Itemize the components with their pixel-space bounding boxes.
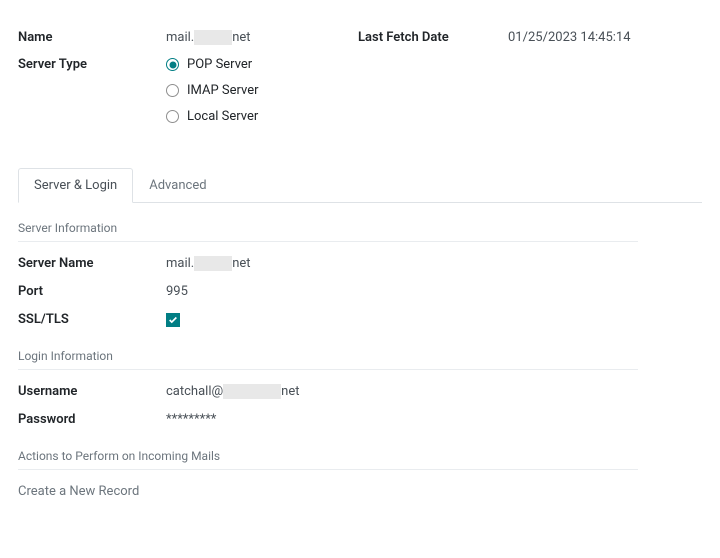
divider <box>18 469 638 470</box>
section-title-server-info: Server Information <box>18 221 702 238</box>
last-fetch-label: Last Fetch Date <box>358 30 508 45</box>
name-value-suffix: net <box>232 30 250 45</box>
username-value[interactable]: catchall@ net <box>166 384 300 399</box>
name-label: Name <box>18 30 166 45</box>
check-icon <box>168 315 178 325</box>
ssl-tls-label: SSL/TLS <box>18 312 166 327</box>
username-suffix: net <box>281 384 299 399</box>
radio-pop-server[interactable]: POP Server <box>166 57 259 72</box>
username-prefix: catchall@ <box>166 384 223 399</box>
username-label: Username <box>18 384 166 399</box>
divider <box>18 369 638 370</box>
radio-pop-label: POP Server <box>187 57 252 72</box>
port-label: Port <box>18 284 166 299</box>
last-fetch-value: 01/25/2023 14:45:14 <box>508 30 631 45</box>
section-login-information: Login Information Username catchall@ net… <box>18 349 702 427</box>
radio-local-label: Local Server <box>187 109 258 124</box>
radio-local-server[interactable]: Local Server <box>166 109 259 124</box>
password-label: Password <box>18 412 166 427</box>
radio-icon <box>166 84 179 97</box>
section-actions: Actions to Perform on Incoming Mails Cre… <box>18 449 702 499</box>
radio-imap-label: IMAP Server <box>187 83 259 98</box>
masked-domain <box>194 30 232 45</box>
tab-server-login[interactable]: Server & Login <box>18 168 133 203</box>
section-title-login-info: Login Information <box>18 349 702 366</box>
masked-domain <box>223 384 281 399</box>
masked-domain <box>194 256 232 271</box>
port-value[interactable]: 995 <box>166 284 188 299</box>
tab-advanced[interactable]: Advanced <box>133 168 222 202</box>
server-type-label: Server Type <box>18 57 166 72</box>
server-name-value[interactable]: mail. net <box>166 256 251 271</box>
ssl-tls-checkbox[interactable] <box>166 313 180 327</box>
divider <box>18 241 638 242</box>
create-new-record-placeholder[interactable]: Create a New Record <box>18 484 702 499</box>
name-value[interactable]: mail. net <box>166 30 251 45</box>
server-name-label: Server Name <box>18 256 166 271</box>
server-type-radio-group: POP Server IMAP Server Local Server <box>166 57 259 124</box>
server-name-suffix: net <box>232 256 250 271</box>
server-name-prefix: mail. <box>166 256 194 271</box>
section-title-actions: Actions to Perform on Incoming Mails <box>18 449 702 466</box>
radio-icon <box>166 110 179 123</box>
name-value-prefix: mail. <box>166 30 194 45</box>
radio-imap-server[interactable]: IMAP Server <box>166 83 259 98</box>
section-server-information: Server Information Server Name mail. net… <box>18 221 702 327</box>
tabs: Server & Login Advanced <box>18 168 702 203</box>
password-value[interactable]: ********* <box>166 412 216 427</box>
radio-icon <box>166 58 179 71</box>
